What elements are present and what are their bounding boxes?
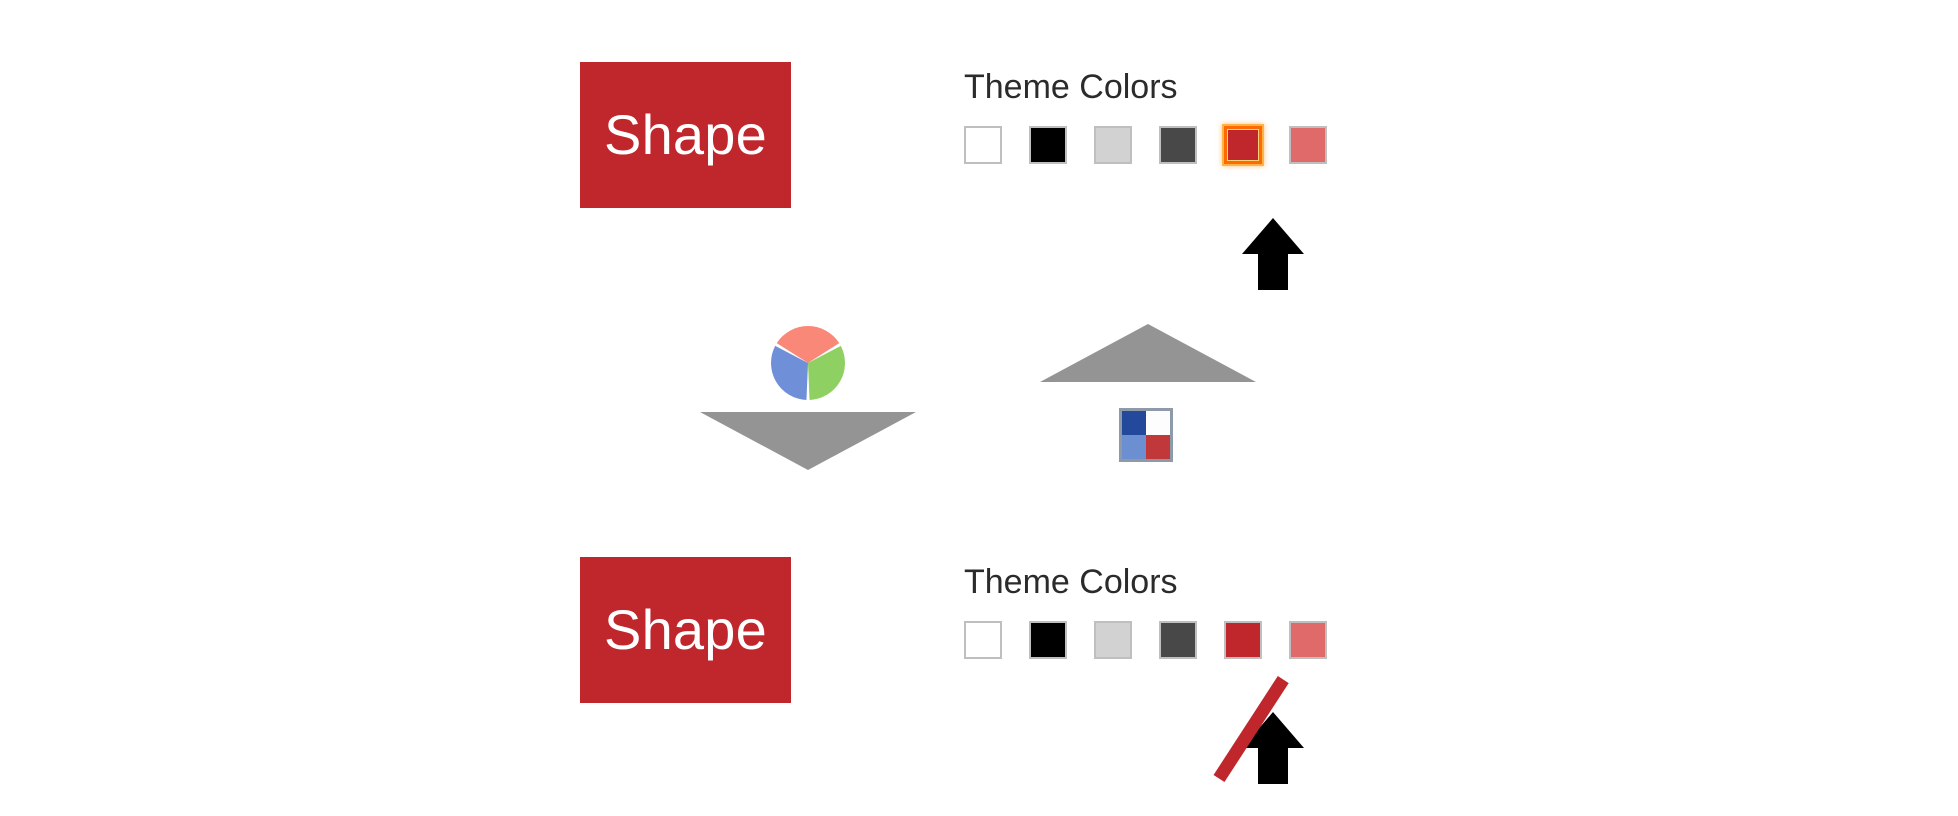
theme-swatch-black[interactable]: [1029, 126, 1067, 164]
shape-box-bottom-label: Shape: [604, 598, 767, 661]
theme-quad-top-right: [1146, 411, 1170, 435]
theme-swatch-light-gray[interactable]: [1094, 126, 1132, 164]
theme-swatch-salmon[interactable]: [1289, 126, 1327, 164]
theme-quad-bottom-right: [1146, 435, 1170, 459]
three-segment-sphere-icon: [770, 325, 846, 401]
shape-box-top[interactable]: Shape: [580, 62, 791, 208]
theme-colors-panel-bottom: Theme Colors: [950, 565, 1327, 659]
theme-swatch-dark-gray[interactable]: [1159, 126, 1197, 164]
theme-swatch-white[interactable]: [964, 621, 1002, 659]
theme-colors-title-bottom: Theme Colors: [964, 563, 1178, 601]
up-arrow-icon-top: [1242, 218, 1304, 290]
theme-swatch-red-accent[interactable]: [1224, 621, 1262, 659]
up-arrow-stem: [1258, 253, 1288, 290]
theme-swatch-red-accent[interactable]: [1222, 124, 1264, 166]
down-triangle-icon: [700, 412, 916, 470]
shape-box-bottom[interactable]: Shape: [580, 557, 791, 703]
theme-swatch-salmon[interactable]: [1289, 621, 1327, 659]
shape-box-top-label: Shape: [604, 103, 767, 166]
theme-swatch-black[interactable]: [1029, 621, 1067, 659]
up-arrow-head: [1242, 218, 1304, 254]
theme-quad-bottom-left: [1122, 435, 1146, 459]
theme-swatch-quad-icon[interactable]: [1119, 408, 1173, 462]
up-triangle-icon: [1040, 324, 1256, 382]
theme-swatch-dark-gray[interactable]: [1159, 621, 1197, 659]
theme-colors-title-top: Theme Colors: [964, 68, 1178, 106]
theme-colors-swatch-row-top: [964, 124, 1327, 166]
theme-colors-panel-top: Theme Colors: [950, 68, 1327, 166]
theme-swatch-white[interactable]: [964, 126, 1002, 164]
up-arrow-stem: [1258, 747, 1288, 784]
theme-quad-top-left: [1122, 411, 1146, 435]
theme-colors-swatch-row-bottom: [964, 621, 1327, 659]
diagram-canvas: Shape Theme Colors Shape Theme Colors: [0, 0, 1958, 816]
theme-swatch-light-gray[interactable]: [1094, 621, 1132, 659]
